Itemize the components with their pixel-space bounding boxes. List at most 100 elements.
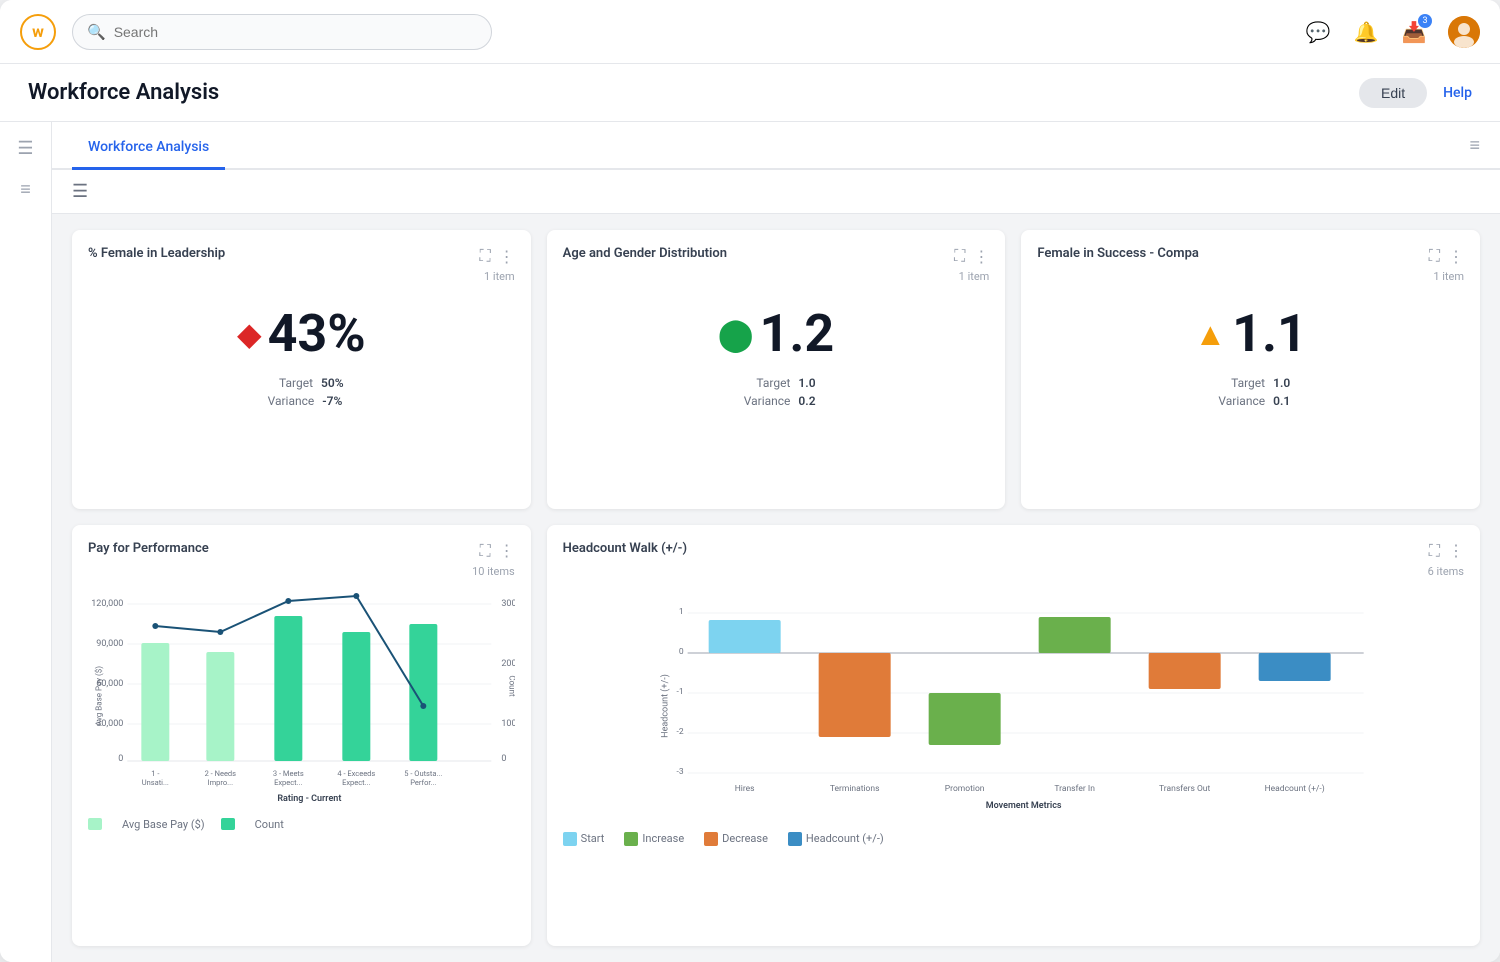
card-headcount-walk: Headcount Walk (+/-) ⛶ ⋮ 6 items Headcou… bbox=[547, 525, 1480, 947]
svg-text:4 - Exceeds: 4 - Exceeds bbox=[337, 769, 375, 778]
headcount-chart: Headcount (+/-) 1 0 -1 -2 -3 bbox=[563, 586, 1464, 846]
help-link[interactable]: Help bbox=[1443, 85, 1472, 101]
card-title: Age and Gender Distribution bbox=[563, 246, 954, 261]
svg-text:1: 1 bbox=[679, 607, 684, 617]
card-items: 6 items bbox=[563, 565, 1464, 578]
page-title: Workforce Analysis bbox=[28, 80, 1359, 105]
sidebar-filter-icon[interactable]: ≡ bbox=[20, 179, 31, 200]
svg-text:90,000: 90,000 bbox=[96, 639, 123, 649]
svg-text:Rating - Current: Rating - Current bbox=[277, 794, 341, 804]
svg-text:Terminations: Terminations bbox=[829, 784, 879, 794]
sidebar-layers-icon[interactable]: ☰ bbox=[17, 138, 33, 159]
svg-text:0: 0 bbox=[501, 754, 506, 764]
svg-text:120,000: 120,000 bbox=[91, 599, 123, 609]
svg-text:Transfer In: Transfer In bbox=[1054, 784, 1095, 794]
inbox-icon[interactable]: 📥 3 bbox=[1400, 18, 1428, 46]
target-row: Target 1.0 bbox=[736, 376, 815, 390]
sidebar: ☰ ≡ bbox=[0, 122, 52, 962]
variance-label: Variance bbox=[736, 394, 790, 408]
search-bar[interactable]: 🔍 bbox=[72, 14, 492, 50]
headcount-svg: Headcount (+/-) 1 0 -1 -2 -3 bbox=[563, 586, 1464, 816]
more-icon[interactable]: ⋮ bbox=[499, 247, 515, 266]
variance-row: Variance 0.2 bbox=[736, 394, 815, 408]
legend-headcount-label: Headcount (+/-) bbox=[806, 832, 884, 845]
filter-icon[interactable]: ☰ bbox=[72, 181, 88, 202]
tabs-bar: Workforce Analysis ≡ bbox=[52, 122, 1500, 170]
expand-icon[interactable]: ⛶ bbox=[479, 541, 490, 561]
expand-icon[interactable]: ⛶ bbox=[954, 246, 965, 266]
svg-text:3 - Meets: 3 - Meets bbox=[273, 769, 304, 778]
pay-chart-svg: 120,000 90,000 60,000 30,000 0 Avg Base … bbox=[88, 586, 515, 806]
variance-value: -7% bbox=[322, 394, 342, 408]
tab-workforce-analysis[interactable]: Workforce Analysis bbox=[72, 127, 225, 170]
content-area: ☰ ≡ Workforce Analysis ≡ ☰ % Female in L… bbox=[0, 122, 1500, 962]
app-shell: w 🔍 💬 🔔 📥 3 Workforce Analysis Edit Help bbox=[0, 0, 1500, 962]
avatar[interactable] bbox=[1448, 16, 1480, 48]
search-input[interactable] bbox=[114, 24, 477, 40]
kpi-icon-circle: ⬤ bbox=[718, 315, 754, 353]
svg-text:Transfers Out: Transfers Out bbox=[1159, 784, 1210, 794]
svg-text:0: 0 bbox=[118, 754, 123, 764]
legend-headcount: Headcount (+/-) bbox=[788, 832, 884, 846]
target-value: 1.0 bbox=[1273, 376, 1290, 390]
notifications-icon[interactable]: 🔔 bbox=[1352, 18, 1380, 46]
legend-increase-dot bbox=[624, 832, 638, 846]
more-icon[interactable]: ⋮ bbox=[973, 247, 989, 266]
target-row: Target 50% bbox=[259, 376, 344, 390]
svg-text:0: 0 bbox=[679, 647, 684, 657]
app-logo[interactable]: w bbox=[20, 14, 56, 50]
kpi-meta: Target 1.0 Variance 0.2 bbox=[563, 376, 990, 408]
more-icon[interactable]: ⋮ bbox=[1448, 541, 1464, 560]
kpi-value-row: ◆ 43% bbox=[88, 303, 515, 364]
card-pay-performance: Pay for Performance ⛶ ⋮ 10 items 120,000… bbox=[72, 525, 531, 947]
svg-text:Impro...: Impro... bbox=[208, 778, 234, 787]
kpi-value-row: ▲ 1.1 bbox=[1037, 303, 1464, 364]
card-header: Pay for Performance ⛶ ⋮ bbox=[88, 541, 515, 561]
card-items: 1 item bbox=[88, 270, 515, 283]
messages-icon[interactable]: 💬 bbox=[1304, 18, 1332, 46]
kpi-value-row: ⬤ 1.2 bbox=[563, 303, 990, 364]
legend-count bbox=[221, 818, 235, 830]
kpi-icon-triangle: ▲ bbox=[1194, 315, 1226, 353]
card-age-gender: Age and Gender Distribution ⛶ ⋮ 1 item ⬤… bbox=[547, 230, 1006, 509]
variance-value: 0.1 bbox=[1273, 394, 1290, 408]
legend-avg-pay bbox=[88, 818, 102, 830]
target-value: 50% bbox=[321, 376, 344, 390]
expand-icon[interactable]: ⛶ bbox=[479, 246, 490, 266]
variance-label: Variance bbox=[1211, 394, 1265, 408]
card-items: 1 item bbox=[1037, 270, 1464, 283]
svg-text:5 - Outsta...: 5 - Outsta... bbox=[404, 769, 442, 778]
card-header: % Female in Leadership ⛶ ⋮ bbox=[88, 246, 515, 266]
svg-text:Perfor...: Perfor... bbox=[410, 778, 436, 787]
nav-icons: 💬 🔔 📥 3 bbox=[1304, 16, 1480, 48]
target-label: Target bbox=[736, 376, 790, 390]
legend-decrease: Decrease bbox=[704, 832, 768, 846]
svg-text:Headcount (+/-): Headcount (+/-) bbox=[659, 674, 670, 738]
expand-icon[interactable]: ⛶ bbox=[1429, 541, 1440, 561]
more-icon[interactable]: ⋮ bbox=[499, 541, 515, 560]
card-header: Female in Success - Compa ⛶ ⋮ bbox=[1037, 246, 1464, 266]
legend-avg-pay-label: Avg Base Pay ($) bbox=[122, 818, 205, 831]
more-icon[interactable]: ⋮ bbox=[1448, 247, 1464, 266]
legend-start-dot bbox=[563, 832, 577, 846]
legend-decrease-dot bbox=[704, 832, 718, 846]
kpi-meta: Target 1.0 Variance 0.1 bbox=[1037, 376, 1464, 408]
card-header: Headcount Walk (+/-) ⛶ ⋮ bbox=[563, 541, 1464, 561]
headcount-legend: Start Increase Decrease bbox=[563, 832, 1464, 846]
card-title: Pay for Performance bbox=[88, 541, 479, 556]
tab-menu-icon[interactable]: ≡ bbox=[1469, 135, 1480, 168]
pay-chart-legend: Avg Base Pay ($) Count bbox=[88, 818, 515, 831]
variance-label: Variance bbox=[260, 394, 314, 408]
edit-button[interactable]: Edit bbox=[1359, 78, 1427, 108]
card-actions: ⛶ ⋮ bbox=[479, 246, 514, 266]
legend-increase-label: Increase bbox=[642, 832, 684, 845]
kpi-meta: Target 50% Variance -7% bbox=[88, 376, 515, 408]
card-actions: ⛶ ⋮ bbox=[954, 246, 989, 266]
expand-icon[interactable]: ⛶ bbox=[1429, 246, 1440, 266]
svg-text:Promotion: Promotion bbox=[944, 784, 984, 794]
kpi-number: 1.1 bbox=[1232, 303, 1307, 364]
svg-text:-2: -2 bbox=[676, 727, 683, 737]
inbox-badge: 3 bbox=[1418, 14, 1432, 28]
card-title: Female in Success - Compa bbox=[1037, 246, 1428, 261]
target-value: 1.0 bbox=[798, 376, 815, 390]
